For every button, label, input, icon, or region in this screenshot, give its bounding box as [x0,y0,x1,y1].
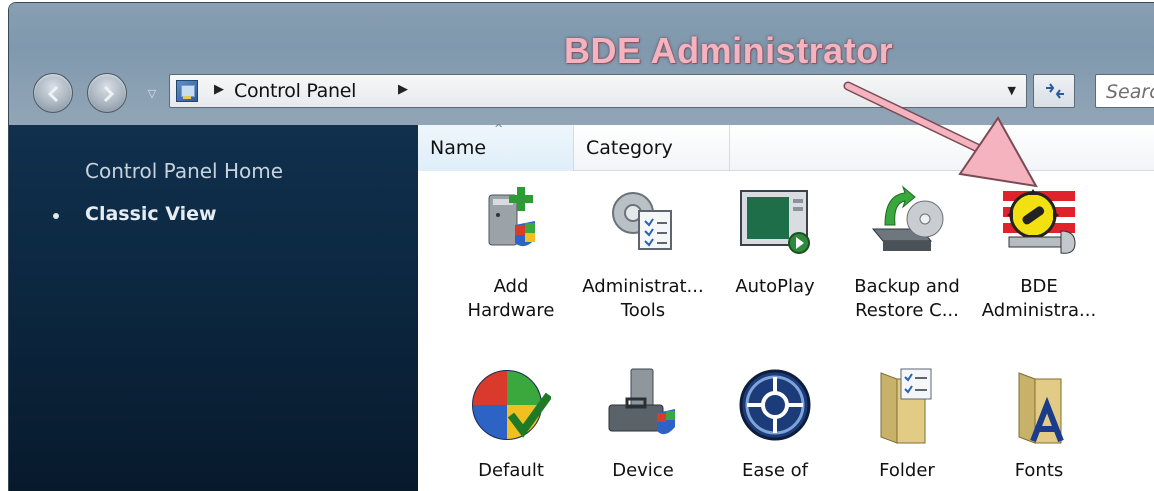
cp-item-label: Folder [879,460,935,481]
annotation-arrow-icon [843,81,1038,188]
cp-item-device-manager[interactable]: Device [568,365,718,490]
cp-item-label: AutoPlay [735,276,815,297]
cp-item-ease-of-access[interactable]: Ease of [700,365,850,490]
back-arrow-icon [47,85,59,103]
cp-item-label: Fonts [1014,460,1064,481]
cp-item-backup-and-restore[interactable]: Backup and Restore C... [832,181,982,341]
cp-item-fonts[interactable]: Fonts [964,365,1114,490]
search-box[interactable]: Search [1095,74,1154,108]
sort-ascending-icon: ^ [494,122,504,135]
sidebar: Control Panel Home Classic View [9,125,418,491]
column-category-label: Category [586,137,673,159]
cp-item-label: Add Hardware [467,276,555,321]
cp-item-bde-administrator[interactable]: BDE Administra... [964,181,1114,341]
cp-item-folder-options[interactable]: Folder [832,365,982,490]
breadcrumb-arrow-icon[interactable]: ▶ [214,82,224,97]
cp-item-label: Administrat... Tools [582,276,704,321]
annotation-title: BDE Administrator [564,30,894,71]
cp-item-autoplay[interactable]: AutoPlay [700,181,850,341]
cp-item-label: BDE Administra... [981,276,1097,321]
search-placeholder: Search [1106,81,1154,103]
cp-item-label: Ease of [742,460,808,481]
sidebar-control-panel-home[interactable]: Control Panel Home [85,159,283,183]
cp-item-default-programs[interactable]: Default [436,365,586,490]
add-hardware-icon [488,187,535,247]
column-name-label: Name [430,137,487,159]
sidebar-classic-view[interactable]: Classic View [85,203,217,225]
control-panel-icon [176,80,198,102]
fonts-icon [1018,372,1064,444]
folder-options-icon [880,368,932,444]
cp-item-label: Default [478,460,544,481]
default-programs-icon [472,370,551,440]
cp-item-add-hardware[interactable]: Add Hardware [436,181,586,341]
cp-item-label: Backup and Restore C... [854,276,960,321]
cp-item-label: Device [612,460,674,481]
column-header-name[interactable]: Name ^ [418,122,574,171]
forward-arrow-icon [103,85,115,103]
device-manager-icon [608,368,675,435]
administrative-tools-icon [612,192,672,250]
column-header-category[interactable]: Category [574,125,730,171]
ease-of-access-icon [739,369,811,441]
autoplay-icon [740,190,810,254]
breadcrumb-arrow-icon[interactable]: ▶ [398,82,408,97]
back-button[interactable] [33,73,73,113]
breadcrumb-control-panel[interactable]: Control Panel [234,80,356,102]
recent-pages-button[interactable]: ▽ [145,87,159,101]
cp-item-administrative-tools[interactable]: Administrat... Tools [568,181,718,341]
forward-button[interactable] [87,73,127,113]
bullet-icon [53,213,59,219]
